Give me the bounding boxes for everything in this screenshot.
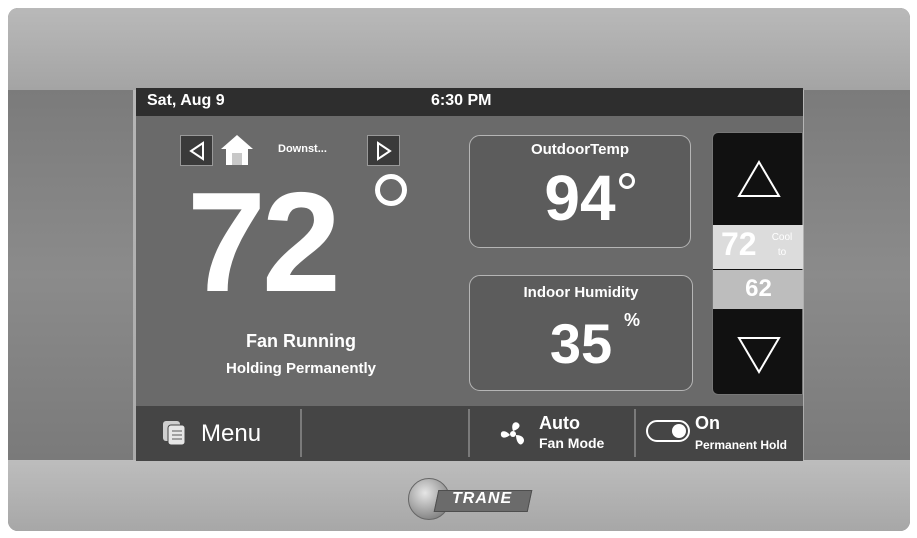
setpoint-panel: 72 Cool to 62 [712, 132, 803, 395]
bezel-right [804, 90, 910, 460]
logo-text: TRANE [452, 490, 513, 507]
triangle-down-icon [736, 337, 781, 374]
fan-mode-value: Auto [539, 413, 580, 433]
status-bar: Sat, Aug 9 6:30 PM [136, 88, 803, 116]
setpoint-down-button[interactable] [713, 309, 803, 401]
divider [634, 409, 636, 457]
heat-setpoint[interactable]: 62 [713, 270, 803, 309]
outdoor-temp-card[interactable]: OutdoorTemp 94 [469, 135, 691, 248]
cool-setpoint-value: 72 [721, 226, 757, 262]
cool-setpoint[interactable]: 72 Cool to [713, 225, 803, 269]
setpoint-up-button[interactable] [713, 133, 803, 225]
home-icon [221, 135, 253, 165]
menu-button[interactable]: Menu [161, 414, 261, 454]
fan-mode-button[interactable]: Auto Fan Mode [496, 410, 626, 458]
toggle-switch[interactable] [646, 420, 690, 442]
cool-setpoint-label: Cool to [771, 232, 793, 258]
triangle-left-icon [188, 140, 204, 161]
degree-symbol [375, 174, 407, 206]
touch-screen: Sat, Aug 9 6:30 PM Downst... 72 Fan Runn… [136, 88, 803, 461]
fan-mode-label: Fan Mode [539, 435, 605, 451]
triangle-up-icon [736, 160, 781, 197]
heat-setpoint-value: 62 [745, 275, 772, 302]
hold-toggle-button[interactable]: On Permanent Hold [643, 410, 803, 458]
hold-status: Holding Permanently [225, 360, 377, 377]
indoor-humidity-value: 35 [549, 312, 613, 375]
divider [468, 409, 470, 457]
fan-status: Fan Running [246, 331, 356, 351]
outdoor-temp-label: OutdoorTemp [530, 141, 630, 158]
time: 6:30 PM [431, 92, 492, 109]
menu-pages-icon [163, 421, 186, 446]
indoor-humidity-card[interactable]: Indoor Humidity 35 % [469, 275, 693, 391]
outdoor-temp-value: 94 [544, 162, 616, 234]
hold-label: Permanent Hold [695, 438, 788, 452]
hold-value: On [695, 413, 720, 433]
percent-symbol: % [624, 310, 641, 330]
fan-icon [500, 422, 524, 445]
divider [300, 409, 302, 457]
zone-name: Downst... [278, 143, 327, 155]
trane-logo: TRANE [408, 478, 533, 520]
triangle-right-icon [376, 140, 392, 161]
bezel-top [8, 8, 910, 90]
zone-next-button[interactable] [367, 135, 400, 166]
current-temperature: 72 [187, 163, 341, 322]
toggle-knob [672, 424, 686, 438]
indoor-humidity-label: Indoor Humidity [523, 284, 639, 301]
bezel-left [8, 90, 133, 460]
menu-label: Menu [201, 420, 262, 447]
date: Sat, Aug 9 [147, 92, 225, 109]
bottom-bar: Menu Auto Fan Mode On Permanent Hold [136, 406, 803, 461]
degree-symbol [619, 173, 635, 189]
zone-prev-button[interactable] [180, 135, 213, 166]
